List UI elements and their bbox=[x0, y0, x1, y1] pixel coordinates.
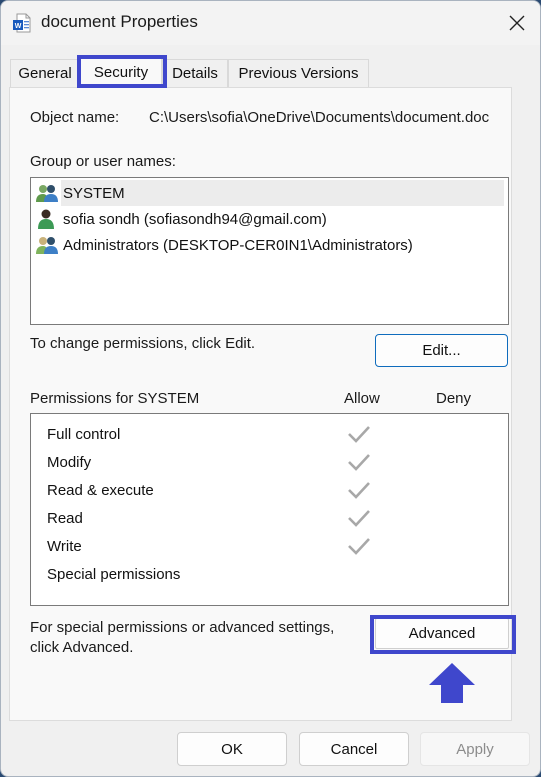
permission-name: Read bbox=[47, 509, 83, 527]
properties-dialog: W document Properties General Security D… bbox=[0, 0, 541, 777]
advanced-hint-line2: click Advanced. bbox=[30, 639, 134, 656]
permission-row: Modify bbox=[47, 448, 497, 476]
security-panel: Object name: C:\Users\sofia\OneDrive\Doc… bbox=[9, 87, 512, 721]
object-name-label: Object name: bbox=[30, 109, 120, 126]
edit-button[interactable]: Edit... bbox=[375, 334, 508, 367]
tab-security[interactable]: Security bbox=[80, 56, 162, 87]
permission-name: Read & execute bbox=[47, 481, 154, 499]
allow-check-icon bbox=[348, 426, 370, 443]
list-item-administrators[interactable]: Administrators (DESKTOP-CER0IN1\Administ… bbox=[35, 232, 504, 258]
allow-check-icon bbox=[348, 510, 370, 527]
group-names-label: Group or user names: bbox=[30, 153, 176, 170]
ok-button[interactable]: OK bbox=[177, 732, 287, 766]
allow-check-icon bbox=[348, 454, 370, 471]
word-document-icon: W bbox=[13, 13, 31, 33]
change-permissions-hint: To change permissions, click Edit. bbox=[30, 335, 256, 352]
user-name: sofia sondh (sofiasondh94@gmail.com) bbox=[63, 210, 327, 228]
user-name: SYSTEM bbox=[61, 180, 504, 206]
allow-check-icon bbox=[348, 538, 370, 555]
object-name-value: C:\Users\sofia\OneDrive\Documents\docume… bbox=[149, 109, 490, 126]
apply-button-label: Apply bbox=[456, 740, 494, 758]
title-bar: W document Properties bbox=[1, 1, 540, 45]
user-group-icon bbox=[36, 237, 58, 254]
cancel-button-label: Cancel bbox=[330, 740, 378, 758]
permission-name: Write bbox=[47, 537, 82, 555]
ok-button-label: OK bbox=[221, 740, 243, 758]
close-button[interactable] bbox=[494, 1, 540, 45]
tab-label: General bbox=[18, 65, 72, 82]
allow-header: Allow bbox=[344, 390, 380, 407]
advanced-hint-line1: For special permissions or advanced sett… bbox=[30, 619, 335, 636]
permission-row: Full control bbox=[47, 420, 497, 448]
permission-name: Modify bbox=[47, 453, 92, 471]
list-item-system[interactable]: SYSTEM bbox=[35, 180, 504, 206]
allow-check-icon bbox=[348, 482, 370, 499]
advanced-button-label: Advanced bbox=[408, 625, 476, 642]
tab-details[interactable]: Details bbox=[162, 59, 228, 87]
window-title: document Properties bbox=[41, 12, 198, 31]
svg-text:W: W bbox=[15, 23, 22, 30]
tab-label: Previous Versions bbox=[238, 65, 359, 82]
list-item-sofia[interactable]: sofia sondh (sofiasondh94@gmail.com) bbox=[35, 206, 504, 232]
tab-previous-versions[interactable]: Previous Versions bbox=[228, 59, 369, 87]
arrow-up-icon bbox=[429, 663, 475, 703]
permission-row: Write bbox=[47, 532, 497, 560]
user-icon bbox=[38, 209, 54, 229]
cancel-button[interactable]: Cancel bbox=[299, 732, 409, 766]
permission-row: Read & execute bbox=[47, 476, 497, 504]
edit-button-label: Edit... bbox=[422, 342, 461, 359]
advanced-button[interactable]: Advanced bbox=[375, 618, 509, 649]
permissions-list[interactable]: Full control Modify Read & execute Read Writ… bbox=[30, 413, 509, 606]
user-name: Administrators (DESKTOP-CER0IN1\Administ… bbox=[63, 236, 413, 254]
tab-general[interactable]: General bbox=[10, 59, 80, 87]
close-icon bbox=[509, 15, 525, 31]
permission-name: Full control bbox=[47, 425, 121, 443]
tab-label: Details bbox=[172, 65, 218, 82]
user-group-icon bbox=[36, 185, 58, 202]
tab-label: Security bbox=[93, 63, 149, 81]
permission-row: Read bbox=[47, 504, 497, 532]
user-list[interactable]: SYSTEM sofia sondh (sofiasondh94@gmail.c… bbox=[30, 177, 509, 325]
permissions-for-label: Permissions for SYSTEM bbox=[30, 390, 200, 407]
apply-button: Apply bbox=[420, 732, 530, 766]
permission-row: Special permissions bbox=[47, 560, 497, 588]
permission-name: Special permissions bbox=[47, 565, 181, 583]
deny-header: Deny bbox=[436, 390, 472, 407]
